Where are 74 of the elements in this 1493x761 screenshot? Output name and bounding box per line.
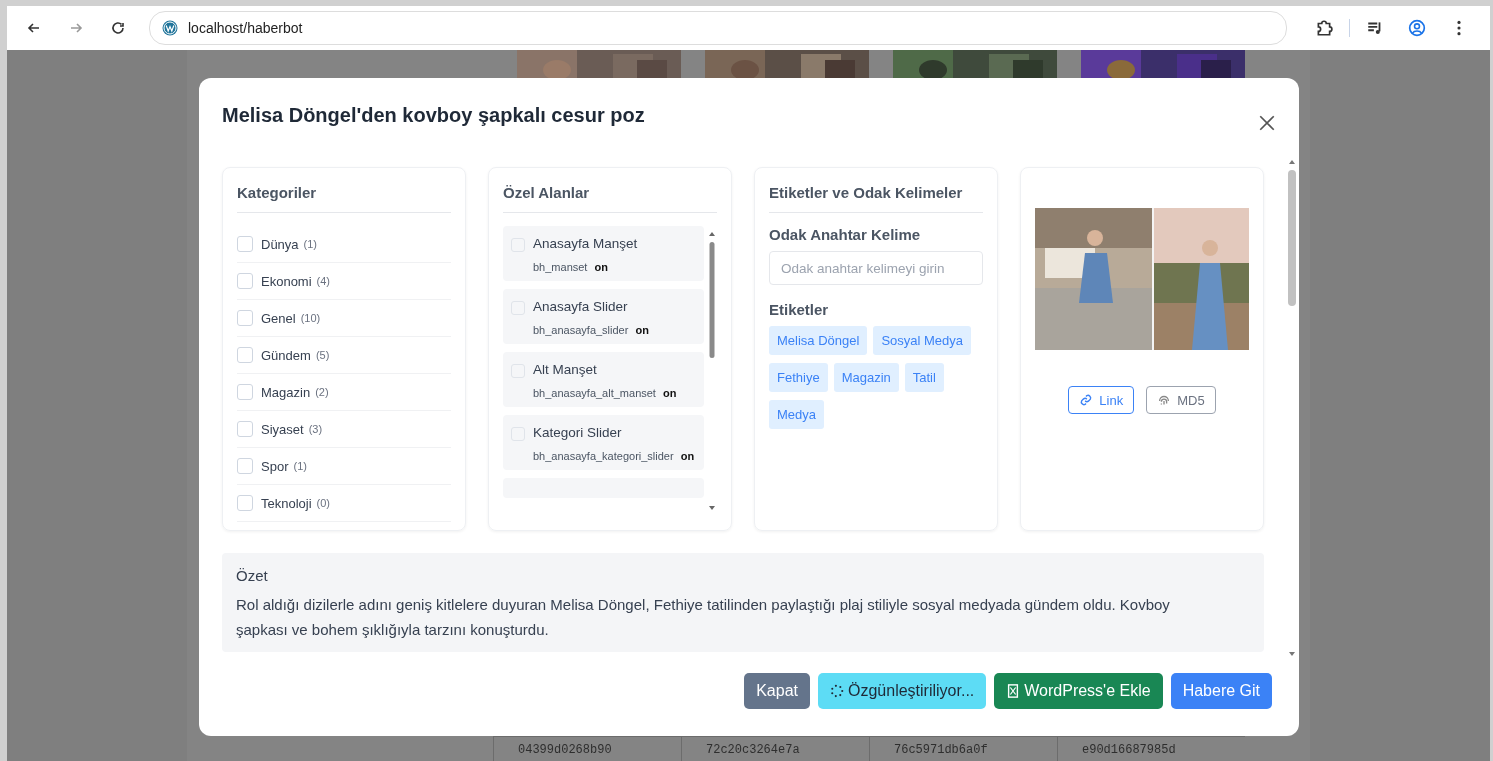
custom-field-item[interactable]: Alt Manşet bh_anasayfa_alt_manset on	[503, 352, 704, 407]
category-item[interactable]: Teknoloji (0)	[237, 485, 451, 522]
category-count: (1)	[303, 238, 318, 250]
field-label: Kategori Slider	[533, 425, 623, 440]
field-label: Odak Anahtar Kelime	[769, 226, 922, 243]
category-item[interactable]: Gündem (5)	[237, 337, 451, 374]
category-name: Ekonomi	[261, 273, 312, 289]
category-count: (4)	[316, 275, 331, 287]
checkbox[interactable]	[237, 384, 253, 400]
site-logo-icon	[162, 20, 178, 36]
close-icon[interactable]	[1258, 114, 1276, 132]
summary-label: Özet	[236, 567, 269, 584]
category-count: (10)	[300, 312, 321, 324]
category-name: Spor	[261, 458, 289, 474]
url-text: localhost/haberbot	[188, 20, 303, 36]
field-key: bh_anasayfa_kategori_slider	[533, 448, 674, 464]
category-name: Magazin	[261, 384, 311, 400]
category-name: Dünya	[261, 236, 299, 252]
field-key: bh_anasayfa_slider	[533, 322, 629, 338]
card-heading: Etiketler ve Odak Kelimeler	[769, 182, 983, 213]
field-label: Etiketler	[769, 301, 830, 318]
field-label: Anasayfa Slider	[533, 299, 629, 314]
category-item[interactable]: Spor (1)	[237, 448, 451, 485]
category-count: (5)	[315, 349, 330, 361]
link-icon	[1079, 393, 1094, 407]
field-key: bh_manset	[533, 259, 588, 275]
wordpress-button[interactable]: WordPress'e Ekle	[994, 673, 1163, 709]
category-name: Gündem	[261, 347, 311, 363]
extensions-icon[interactable]	[1315, 19, 1333, 37]
field-value: on	[635, 323, 649, 338]
checkbox[interactable]	[237, 458, 253, 474]
card-heading: Özel Alanlar	[503, 182, 717, 213]
checkbox[interactable]	[237, 421, 253, 437]
category-count: (3)	[308, 423, 323, 435]
category-item[interactable]: Magazin (2)	[237, 374, 451, 411]
category-item[interactable]: Dünya (1)	[237, 226, 451, 263]
custom-field-item[interactable]: Anasayfa Manşet bh_manset on	[503, 226, 704, 281]
field-key: bh_anasayfa_alt_manset	[533, 385, 656, 401]
category-item[interactable]: Ekonomi (4)	[237, 263, 451, 300]
modal-title: Melisa Döngel'den kovboy şapkalı cesur poz	[222, 104, 645, 127]
close-button[interactable]: Kapat	[744, 673, 810, 709]
checkbox[interactable]	[237, 273, 253, 289]
custom-field-item[interactable]: Anasayfa Slider bh_anasayfa_slider on	[503, 289, 704, 344]
spinner-icon	[830, 684, 844, 698]
category-name: Teknoloji	[261, 495, 312, 511]
checkbox[interactable]	[237, 495, 253, 511]
open-news-button[interactable]: Habere Git	[1170, 673, 1272, 709]
category-item[interactable]: Genel (10)	[237, 300, 451, 337]
custom-field-item[interactable]: Kategori Slider bh_anasayfa_kategori_slider on	[503, 415, 704, 470]
checkbox[interactable]	[237, 347, 253, 363]
card-heading: Kategoriler	[237, 182, 451, 213]
focus-keyword-field[interactable]: Odak anahtar kelimeyi girin	[769, 251, 983, 285]
field-value: on	[680, 449, 695, 464]
fingerprint-icon	[1157, 393, 1172, 407]
category-count: (1)	[293, 460, 307, 472]
reload-icon[interactable]	[110, 20, 126, 36]
field-value: on	[662, 386, 677, 401]
link-button[interactable]: Link	[1068, 386, 1135, 414]
field-value: on	[594, 260, 608, 275]
field-label: Alt Manşet	[533, 362, 598, 377]
checkbox[interactable]	[237, 310, 253, 326]
category-count: (2)	[315, 386, 329, 398]
category-item[interactable]: Siyaset (3)	[237, 411, 451, 448]
profile-icon[interactable]	[1408, 19, 1426, 37]
summary-text: Rol aldığı dizilerle adını geniş kitlelere duyuran Melisa Döngel, Fethiye tatilinden paylaştığı plaj stiliyle sosyal medyada gündem oldu. Kovboy şapkası ve bohem şıklığıyla tarzını konuşturdu.	[236, 595, 1171, 640]
category-name: Siyaset	[261, 421, 304, 437]
checkbox[interactable]	[237, 236, 253, 252]
crossed-box-icon	[1006, 684, 1021, 698]
category-name: Genel	[261, 310, 296, 326]
md5-button[interactable]: MD5	[1146, 386, 1216, 414]
category-count: (0)	[316, 497, 331, 509]
rewrite-button[interactable]: Özgünleştiriliyor...	[818, 673, 987, 709]
address-bar[interactable]: localhost/haberbot	[149, 11, 1287, 45]
field-label: Anasayfa Manşet	[533, 236, 638, 251]
